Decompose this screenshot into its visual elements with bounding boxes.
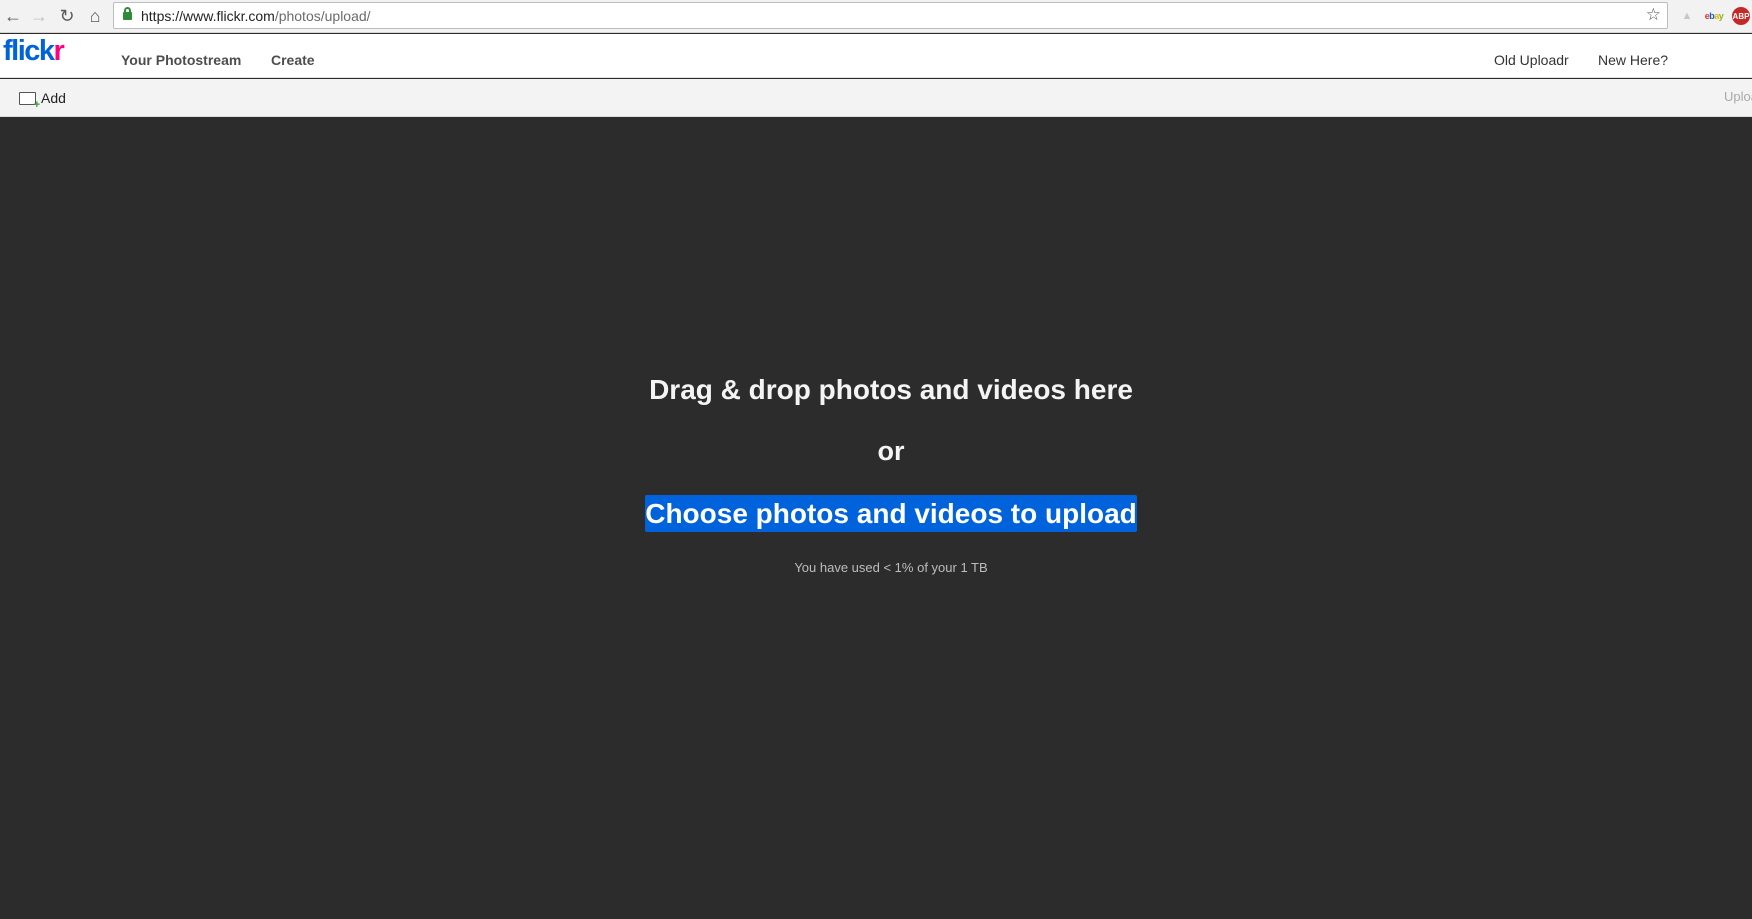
ebay-icon[interactable]: ebay — [1703, 6, 1725, 26]
url-text[interactable]: https://www.flickr.com/photos/upload/ — [141, 8, 371, 24]
site-header: flickr Your Photostream Create Old Uploa… — [0, 34, 1752, 78]
old-uploadr-link[interactable]: Old Uploadr — [1494, 52, 1569, 68]
drop-zone[interactable]: Drag & drop photos and videos here or Ch… — [0, 118, 1752, 919]
browser-toolbar: ← → ↻ ⌂ https://www.flickr.com/photos/up… — [0, 0, 1752, 33]
add-button[interactable]: Add — [19, 87, 66, 111]
reload-icon[interactable]: ↻ — [54, 3, 80, 29]
flickr-logo[interactable]: flickr — [3, 37, 65, 66]
url-path: /photos/upload/ — [274, 8, 371, 24]
adblock-icon[interactable]: ▲ — [1676, 6, 1698, 26]
upload-toolbar: Add Uploa — [0, 79, 1752, 117]
badge-label: ABP — [1732, 7, 1750, 25]
drop-zone-title: Drag & drop photos and videos here — [649, 374, 1133, 405]
choose-files-button[interactable]: Choose photos and videos to upload — [645, 495, 1137, 532]
new-here-link[interactable]: New Here? — [1598, 52, 1668, 68]
security-badge-icon[interactable]: ABP — [1730, 6, 1752, 26]
upload-button[interactable]: Uploa — [1724, 89, 1752, 104]
add-label: Add — [41, 90, 66, 106]
url-host: https://www.flickr.com — [141, 8, 275, 24]
nav-your-photostream[interactable]: Your Photostream — [121, 52, 241, 68]
back-arrow-icon[interactable]: ← — [0, 3, 26, 29]
forward-arrow-icon[interactable]: → — [26, 3, 52, 29]
lock-icon — [123, 7, 132, 20]
home-icon[interactable]: ⌂ — [82, 3, 108, 29]
drop-zone-or: or — [877, 436, 905, 466]
address-bar[interactable]: https://www.flickr.com/photos/upload/ ☆ — [113, 2, 1668, 29]
storage-quota-text: You have used < 1% of your 1 TB — [794, 560, 988, 575]
add-photo-icon — [19, 91, 40, 111]
bookmark-star-icon[interactable]: ☆ — [1646, 5, 1661, 25]
nav-create[interactable]: Create — [271, 52, 315, 68]
